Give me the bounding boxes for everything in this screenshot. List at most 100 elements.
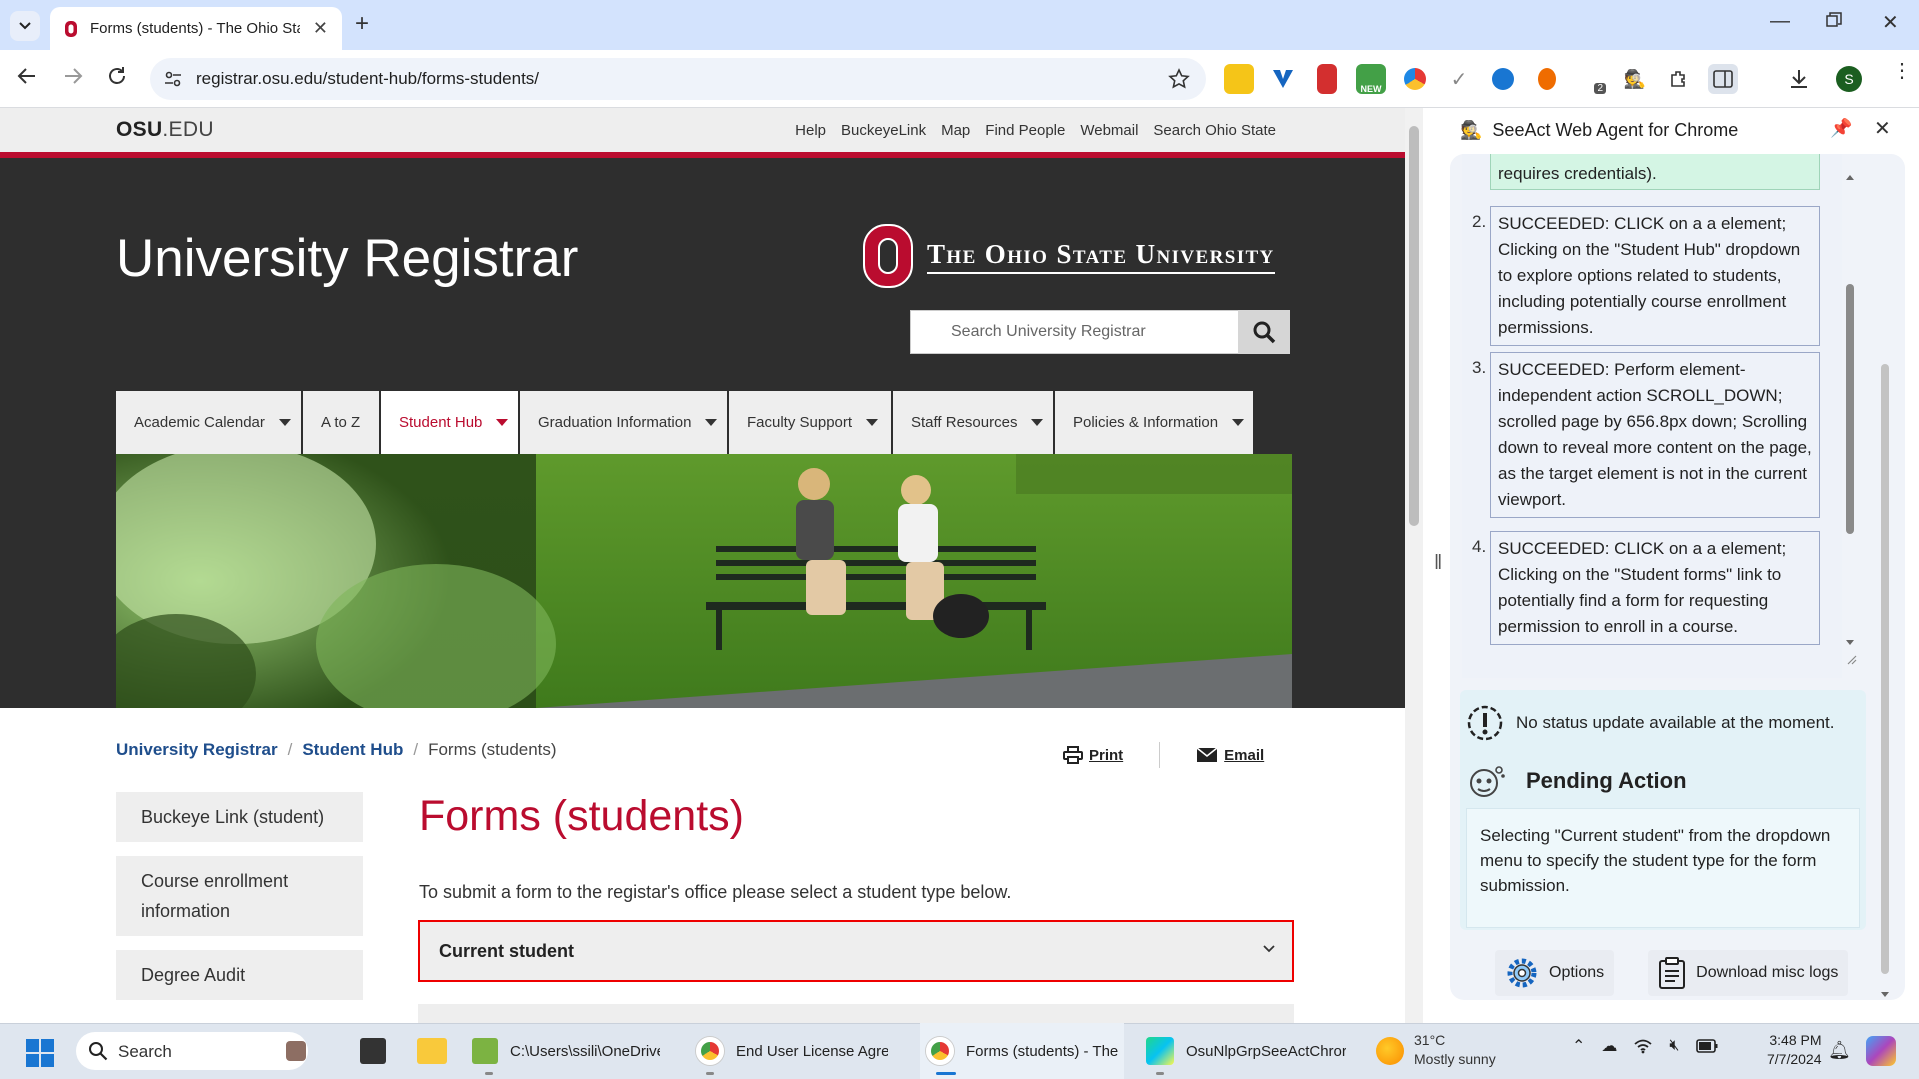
bookmark-star-icon[interactable] bbox=[1168, 68, 1190, 90]
caret-down-icon bbox=[705, 419, 718, 426]
taskbar-item-cmd[interactable]: C:\Users\ssili\OneDrive\ bbox=[472, 1023, 660, 1079]
link-buckeyelink[interactable]: BuckeyeLink bbox=[841, 122, 926, 139]
pending-action-title: Pending Action bbox=[1526, 768, 1687, 793]
extension-color-wheel-icon[interactable] bbox=[1404, 68, 1426, 90]
back-icon[interactable] bbox=[16, 65, 38, 87]
link-help[interactable]: Help bbox=[795, 122, 826, 139]
extension-badge-icon[interactable]: 2 bbox=[1576, 64, 1606, 94]
weather-widget[interactable]: 31°C Mostly sunny bbox=[1414, 1031, 1496, 1069]
address-bar[interactable]: registrar.osu.edu/student-hub/forms-stud… bbox=[150, 58, 1206, 100]
log-scrollbar[interactable] bbox=[1842, 164, 1858, 666]
registrar-search-input[interactable]: Search University Registrar bbox=[910, 310, 1290, 354]
options-button[interactable]: Options bbox=[1495, 950, 1615, 996]
reload-icon[interactable] bbox=[106, 65, 128, 87]
panel-title: SeeAct Web Agent for Chrome bbox=[1492, 120, 1739, 140]
new-tab-icon[interactable]: + bbox=[355, 10, 369, 38]
search-icon bbox=[89, 1042, 108, 1061]
extension-blue-circle-icon[interactable] bbox=[1492, 68, 1514, 90]
caret-down-icon bbox=[496, 419, 509, 426]
search-button[interactable] bbox=[1238, 310, 1290, 354]
taskbar-item-webstorm[interactable]: OsuNlpGrpSeeActChror bbox=[1146, 1023, 1346, 1079]
copilot-icon[interactable] bbox=[1866, 1036, 1896, 1066]
log-entry-4: SUCCEEDED: CLICK on a a element; Clickin… bbox=[1490, 531, 1820, 645]
download-misc-logs-button[interactable]: Download misc logs bbox=[1648, 950, 1849, 996]
close-window-icon[interactable]: ✕ bbox=[1882, 10, 1899, 35]
wifi-icon[interactable] bbox=[1633, 1038, 1653, 1054]
close-panel-icon[interactable]: ✕ bbox=[1874, 116, 1891, 141]
extension-orange-icon[interactable] bbox=[1538, 68, 1556, 90]
nav-label: Policies & Information bbox=[1073, 414, 1219, 431]
chrome-menu-icon[interactable]: ⋮ bbox=[1892, 61, 1912, 81]
tab-title: Forms (students) - The Ohio State bbox=[90, 20, 300, 37]
link-find-people[interactable]: Find People bbox=[985, 122, 1065, 139]
download-icon[interactable] bbox=[1788, 68, 1810, 90]
breadcrumb-separator: / bbox=[287, 740, 293, 759]
extensions-puzzle-icon[interactable] bbox=[1664, 64, 1694, 94]
link-webmail[interactable]: Webmail bbox=[1080, 122, 1138, 139]
osu-wordmark[interactable]: The Ohio State University bbox=[862, 223, 1275, 289]
breadcrumb-student-hub[interactable]: Student Hub bbox=[302, 740, 403, 760]
tab-search-chevron-icon[interactable] bbox=[10, 11, 40, 41]
breadcrumb-current: Forms (students) bbox=[428, 740, 557, 759]
panel-scrollbar[interactable] bbox=[1878, 154, 1892, 1004]
taskbar-item-eula[interactable]: End User License Agreem bbox=[696, 1023, 888, 1079]
minimize-icon[interactable]: — bbox=[1770, 10, 1790, 33]
seeact-agent-icon: 🕵 bbox=[1460, 120, 1483, 140]
tab-forms-students[interactable]: Forms (students) - The Ohio State ✕ bbox=[50, 7, 342, 50]
log-entry-2: SUCCEEDED: CLICK on a a element; Clickin… bbox=[1490, 206, 1820, 346]
panel-resize-handle[interactable]: ‖ bbox=[1434, 552, 1442, 575]
link-search-ohio-state[interactable]: Search Ohio State bbox=[1153, 122, 1276, 139]
caret-down-icon bbox=[866, 419, 879, 426]
clock[interactable]: 3:48 PM 7/7/2024 bbox=[1767, 1031, 1822, 1069]
side-nav: Buckeye Link (student) Course enrollment… bbox=[116, 792, 363, 1014]
pin-icon[interactable]: 📌 bbox=[1830, 118, 1852, 139]
file-explorer-icon[interactable] bbox=[417, 1038, 447, 1064]
search-placeholder: Search University Registrar bbox=[951, 323, 1146, 340]
profile-avatar[interactable]: S bbox=[1836, 66, 1862, 92]
onedrive-icon[interactable]: ☁ bbox=[1601, 1036, 1617, 1056]
nav-staff-resources[interactable]: Staff Resources bbox=[893, 391, 1053, 454]
nav-academic-calendar[interactable]: Academic Calendar bbox=[116, 391, 301, 454]
print-link[interactable]: Print bbox=[1063, 746, 1123, 764]
extension-check-icon[interactable]: ✓ bbox=[1444, 64, 1474, 94]
extension-seeact-icon[interactable]: 🕵 bbox=[1620, 64, 1650, 94]
block-o-logo-icon bbox=[863, 224, 913, 288]
nav-a-to-z[interactable]: A to Z bbox=[303, 391, 379, 454]
side-nav-degree-audit[interactable]: Degree Audit bbox=[116, 950, 363, 1000]
extension-yellow-icon[interactable] bbox=[1224, 64, 1254, 94]
side-panel-icon[interactable] bbox=[1708, 64, 1738, 94]
breadcrumb-university-registrar[interactable]: University Registrar bbox=[116, 740, 278, 760]
extension-new-icon[interactable]: NEW bbox=[1356, 64, 1386, 94]
envelope-icon bbox=[1196, 747, 1218, 762]
email-link[interactable]: Email bbox=[1196, 747, 1264, 764]
student-type-select[interactable]: Current student bbox=[418, 920, 1294, 982]
restore-icon[interactable] bbox=[1826, 12, 1842, 28]
page-scrollbar-thumb[interactable] bbox=[1409, 126, 1419, 526]
osu-edu-logo[interactable]: OSU.EDU bbox=[116, 118, 214, 142]
taskbar-search[interactable]: Search bbox=[76, 1032, 308, 1070]
weather-sun-icon[interactable] bbox=[1376, 1037, 1404, 1065]
site-info-icon[interactable] bbox=[164, 70, 182, 88]
site-title[interactable]: University Registrar bbox=[116, 228, 578, 289]
page-scrollbar[interactable] bbox=[1405, 108, 1423, 1023]
windows-start-icon[interactable] bbox=[26, 1039, 54, 1067]
side-nav-course-enrollment[interactable]: Course enrollment information bbox=[116, 856, 363, 936]
task-view-icon[interactable] bbox=[360, 1038, 386, 1064]
extension-v-icon[interactable] bbox=[1268, 64, 1298, 94]
nav-student-hub[interactable]: Student Hub bbox=[381, 391, 518, 454]
nav-policies-information[interactable]: Policies & Information bbox=[1055, 391, 1253, 454]
nav-graduation-information[interactable]: Graduation Information bbox=[520, 391, 727, 454]
nav-faculty-support[interactable]: Faculty Support bbox=[729, 391, 891, 454]
extension-red-book-icon[interactable] bbox=[1317, 64, 1337, 94]
link-map[interactable]: Map bbox=[941, 122, 970, 139]
side-nav-buckeye-link[interactable]: Buckeye Link (student) bbox=[116, 792, 363, 842]
battery-icon[interactable] bbox=[1695, 1039, 1718, 1053]
volume-muted-icon[interactable]: 🔇︎ bbox=[1669, 1037, 1679, 1055]
forward-icon[interactable] bbox=[62, 65, 84, 87]
page-title: Forms (students) bbox=[419, 792, 744, 840]
caret-down-icon bbox=[1232, 419, 1245, 426]
notification-bell-icon[interactable]: 🔔︎ bbox=[1828, 1040, 1851, 1061]
tab-close-icon[interactable]: ✕ bbox=[313, 18, 328, 39]
taskbar-item-forms[interactable]: Forms (students) - The O bbox=[920, 1023, 1124, 1079]
chevron-up-icon[interactable]: ⌃ bbox=[1572, 1036, 1585, 1056]
